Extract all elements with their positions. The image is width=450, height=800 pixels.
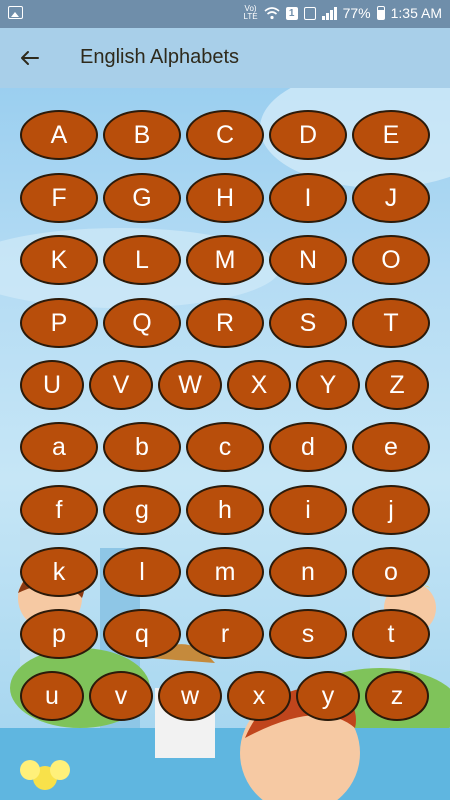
- letter-button-X[interactable]: X: [227, 360, 291, 410]
- letter-button-e[interactable]: e: [352, 422, 430, 472]
- letter-button-q[interactable]: q: [103, 609, 181, 659]
- letter-button-O[interactable]: O: [352, 235, 430, 285]
- letter-button-Q[interactable]: Q: [103, 298, 181, 348]
- letter-button-R[interactable]: R: [186, 298, 264, 348]
- letter-button-w[interactable]: w: [158, 671, 222, 721]
- letter-button-Z[interactable]: Z: [365, 360, 429, 410]
- alphabet-grid: ABCDE FGHIJ KLMNO PQRST UVWXYZabcde fghij klmn…: [0, 88, 450, 800]
- letter-button-l[interactable]: l: [103, 547, 181, 597]
- letter-button-Y[interactable]: Y: [296, 360, 360, 410]
- letter-button-S[interactable]: S: [269, 298, 347, 348]
- letter-button-o[interactable]: o: [352, 547, 430, 597]
- letter-button-d[interactable]: d: [269, 422, 347, 472]
- clock: 1:35 AM: [390, 5, 442, 21]
- letter-button-k[interactable]: k: [20, 547, 98, 597]
- letter-button-m[interactable]: m: [186, 547, 264, 597]
- back-button[interactable]: [14, 42, 46, 74]
- letter-button-s[interactable]: s: [269, 609, 347, 659]
- no-signal-icon: [303, 6, 316, 20]
- letter-button-n[interactable]: n: [269, 547, 347, 597]
- letter-button-K[interactable]: K: [20, 235, 98, 285]
- letter-button-u[interactable]: u: [20, 671, 84, 721]
- battery-percent: 77%: [342, 5, 371, 21]
- sim-icon: 1: [285, 6, 298, 20]
- letter-button-I[interactable]: I: [269, 173, 347, 223]
- letter-button-i[interactable]: i: [269, 485, 347, 535]
- letter-button-L[interactable]: L: [103, 235, 181, 285]
- letter-button-h[interactable]: h: [186, 485, 264, 535]
- signal-icon: [321, 6, 337, 20]
- letter-button-D[interactable]: D: [269, 110, 347, 160]
- letter-button-g[interactable]: g: [103, 485, 181, 535]
- letter-button-f[interactable]: f: [20, 485, 98, 535]
- battery-icon: [376, 6, 385, 20]
- letter-button-j[interactable]: j: [352, 485, 430, 535]
- letter-button-t[interactable]: t: [352, 609, 430, 659]
- letter-button-F[interactable]: F: [20, 173, 98, 223]
- letter-button-x[interactable]: x: [227, 671, 291, 721]
- letter-button-W[interactable]: W: [158, 360, 222, 410]
- letter-button-b[interactable]: b: [103, 422, 181, 472]
- letter-button-B[interactable]: B: [103, 110, 181, 160]
- wifi-icon: [264, 6, 280, 19]
- letter-button-r[interactable]: r: [186, 609, 264, 659]
- letter-button-P[interactable]: P: [20, 298, 98, 348]
- status-right: Vo) LTE 1 77% 1:35 AM: [243, 4, 442, 22]
- volte-icon: Vo) LTE: [243, 4, 258, 21]
- status-bar: Vo) LTE 1 77% 1:35 AM: [0, 0, 450, 28]
- image-icon: [8, 6, 23, 19]
- letter-button-J[interactable]: J: [352, 173, 430, 223]
- letter-button-H[interactable]: H: [186, 173, 264, 223]
- status-left: [8, 6, 23, 22]
- letter-button-y[interactable]: y: [296, 671, 360, 721]
- letter-button-M[interactable]: M: [186, 235, 264, 285]
- arrow-back-icon: [21, 51, 39, 65]
- letter-button-G[interactable]: G: [103, 173, 181, 223]
- letter-button-E[interactable]: E: [352, 110, 430, 160]
- letter-button-z[interactable]: z: [365, 671, 429, 721]
- app-bar: English Alphabets: [0, 28, 450, 88]
- letter-button-p[interactable]: p: [20, 609, 98, 659]
- letter-button-N[interactable]: N: [269, 235, 347, 285]
- letter-button-v[interactable]: v: [89, 671, 153, 721]
- letter-button-a[interactable]: a: [20, 422, 98, 472]
- letter-button-T[interactable]: T: [352, 298, 430, 348]
- page-title: English Alphabets: [80, 46, 240, 68]
- letter-button-C[interactable]: C: [186, 110, 264, 160]
- letter-button-U[interactable]: U: [20, 360, 84, 410]
- letter-button-c[interactable]: c: [186, 422, 264, 472]
- letter-button-V[interactable]: V: [89, 360, 153, 410]
- letter-button-A[interactable]: A: [20, 110, 98, 160]
